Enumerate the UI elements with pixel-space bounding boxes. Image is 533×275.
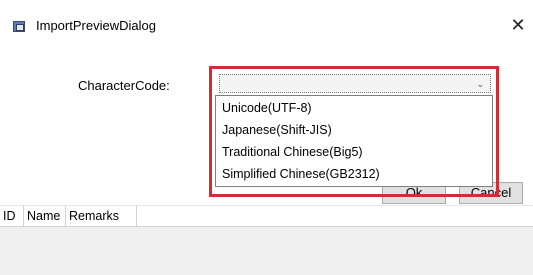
chevron-down-icon[interactable]: ⌄	[476, 76, 484, 92]
character-code-label: CharacterCode:	[78, 78, 170, 93]
dropdown-option-big5[interactable]: Traditional Chinese(Big5)	[222, 145, 363, 159]
column-header-name[interactable]: Name	[24, 206, 66, 227]
column-header-id[interactable]: ID	[0, 206, 24, 227]
app-window-icon	[13, 21, 25, 32]
dropdown-option-shift-jis[interactable]: Japanese(Shift-JIS)	[222, 123, 332, 137]
character-code-select[interactable]: ⌄	[219, 74, 491, 93]
window-title: ImportPreviewDialog	[36, 18, 156, 33]
dropdown-option-utf8[interactable]: Unicode(UTF-8)	[222, 101, 312, 115]
character-code-dropdown-list: Unicode(UTF-8) Japanese(Shift-JIS) Tradi…	[215, 95, 493, 187]
column-header-remarks[interactable]: Remarks	[66, 206, 137, 227]
grid-body[interactable]	[0, 227, 533, 275]
close-icon[interactable]: ✕	[506, 13, 530, 37]
dropdown-option-gb2312[interactable]: Simplified Chinese(GB2312)	[222, 167, 380, 181]
title-bar: ImportPreviewDialog ✕	[0, 0, 533, 44]
grid-header: ID Name Remarks	[0, 205, 533, 227]
